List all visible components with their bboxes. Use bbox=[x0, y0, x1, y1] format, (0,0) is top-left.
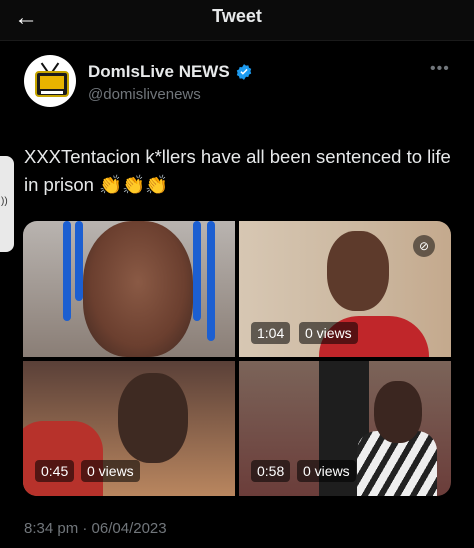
video-views: 0 views bbox=[299, 322, 358, 344]
tweet-timestamp[interactable]: 8:34 pm · 06/04/2023 bbox=[24, 520, 167, 537]
page-title: Tweet bbox=[212, 6, 262, 26]
person-head bbox=[118, 373, 188, 463]
media-grid: ⊘ 1:04 0 views 0:45 0 views 0:58 0 views bbox=[23, 221, 451, 496]
more-options-icon[interactable]: ••• bbox=[430, 60, 450, 78]
verified-badge-icon bbox=[236, 64, 251, 80]
hair-strand bbox=[193, 221, 201, 321]
author-name[interactable]: DomIsLive NEWS bbox=[88, 62, 230, 82]
author-handle[interactable]: @domislivenews bbox=[88, 86, 201, 103]
media-video-1[interactable]: ⊘ 1:04 0 views bbox=[239, 221, 451, 357]
tv-logo-icon bbox=[35, 71, 69, 97]
video-duration: 1:04 bbox=[251, 322, 291, 344]
wifi-icon: )) bbox=[1, 196, 8, 207]
video-views: 0 views bbox=[81, 460, 140, 482]
hair-strand bbox=[207, 221, 215, 341]
video-overlay-icon[interactable]: ⊘ bbox=[413, 235, 435, 257]
top-bar: ← Tweet bbox=[0, 0, 474, 41]
side-tab[interactable]: )) bbox=[0, 156, 14, 252]
red-shirt bbox=[23, 421, 103, 496]
hair-strand bbox=[63, 221, 71, 321]
tweet-text: XXXTentacion k*llers have all been sente… bbox=[24, 146, 451, 195]
media-image-1[interactable] bbox=[23, 221, 235, 357]
media-video-2[interactable]: 0:45 0 views bbox=[23, 361, 235, 496]
hair-strand bbox=[75, 221, 83, 301]
video-views: 0 views bbox=[297, 460, 356, 482]
video-duration: 0:45 bbox=[35, 460, 75, 482]
portrait-face bbox=[83, 221, 193, 357]
video-duration: 0:58 bbox=[251, 460, 291, 482]
avatar[interactable] bbox=[24, 55, 76, 107]
media-video-3[interactable]: 0:58 0 views bbox=[239, 361, 451, 496]
person-head bbox=[327, 231, 389, 311]
person-head bbox=[374, 381, 422, 443]
author-name-row[interactable]: DomIsLive NEWS bbox=[88, 62, 253, 82]
